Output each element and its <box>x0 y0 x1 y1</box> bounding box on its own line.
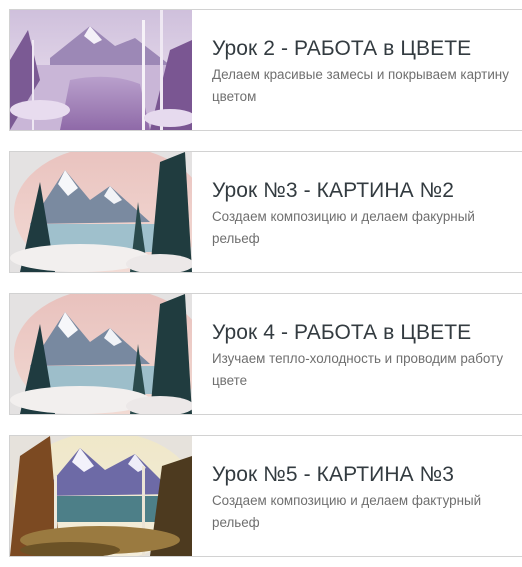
lesson-thumbnail-image[interactable] <box>10 436 192 556</box>
pink-sky-snowy-mountain-painting <box>10 152 192 272</box>
purple-winter-landscape-painting <box>10 10 192 130</box>
lesson-thumbnail-image[interactable] <box>10 152 192 272</box>
lesson-card[interactable]: Урок №5 - КАРТИНА №3 Создаем композицию … <box>9 435 522 557</box>
lesson-description: Изучаем тепло-холодность и проводим рабо… <box>212 351 504 388</box>
lesson-thumbnail-image[interactable] <box>10 10 192 130</box>
lesson-title[interactable]: Урок №3 - КАРТИНА №2 <box>212 178 518 204</box>
lesson-card[interactable]: Урок 4 - РАБОТА в ЦВЕТЕ Изучаем тепло-хо… <box>9 293 522 415</box>
lesson-card[interactable]: Урок 2 - РАБОТА в ЦВЕТЕ Делаем красивые … <box>9 9 522 131</box>
pink-sky-snowy-mountain-painting <box>10 294 192 414</box>
lesson-title[interactable]: Урок №5 - КАРТИНА №3 <box>212 462 518 488</box>
lesson-description: Создаем композицию и делаем фактурный ре… <box>212 493 482 530</box>
lesson-description: Делаем красивые замесы и покрываем карти… <box>212 67 509 104</box>
autumn-lake-mountain-painting <box>10 436 192 556</box>
lesson-title[interactable]: Урок 4 - РАБОТА в ЦВЕТЕ <box>212 320 518 346</box>
lesson-description: Создаем композицию и делаем факурный рел… <box>212 209 475 246</box>
lesson-title[interactable]: Урок 2 - РАБОТА в ЦВЕТЕ <box>212 36 518 62</box>
lesson-thumbnail-image[interactable] <box>10 294 192 414</box>
lesson-card[interactable]: Урок №3 - КАРТИНА №2 Создаем композицию … <box>9 151 522 273</box>
